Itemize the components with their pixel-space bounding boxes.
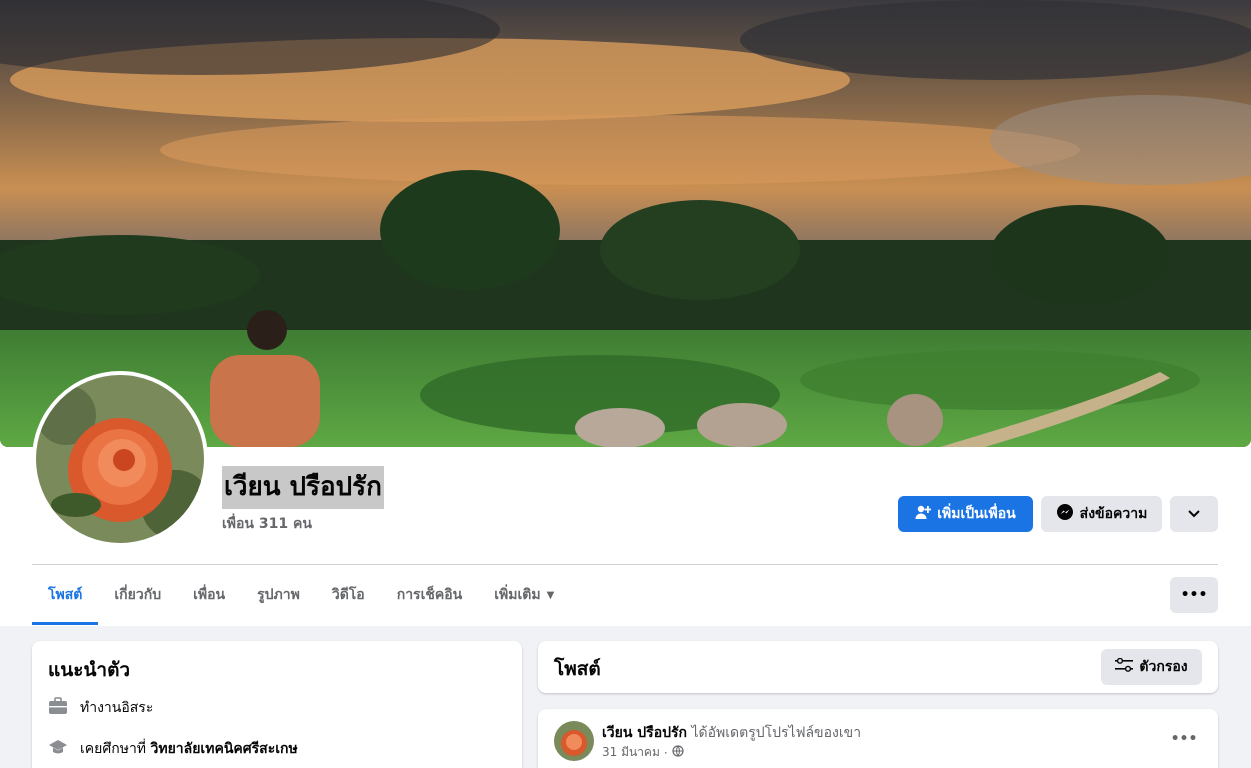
messenger-icon bbox=[1056, 503, 1074, 525]
tab-friends[interactable]: เพื่อน bbox=[177, 566, 241, 624]
profile-header: เวียน ปรือปรัก เพื่อน 311 คน เพิ่มเป็นเพ… bbox=[0, 0, 1251, 626]
filter-label: ตัวกรอง bbox=[1139, 659, 1188, 675]
message-button[interactable]: ส่งข้อความ bbox=[1041, 496, 1162, 532]
posts-title: โพสต์ bbox=[554, 658, 601, 680]
intro-card: แนะนำตัว ทำงานอิสระ เคยศึกษาที่ วิทยาลัย… bbox=[32, 641, 522, 768]
tab-about[interactable]: เกี่ยวกับ bbox=[98, 566, 177, 624]
intro-education: เคยศึกษาที่ วิทยาลัยเทคนิคศรีสะเกษ bbox=[48, 738, 298, 760]
add-person-icon bbox=[915, 504, 932, 524]
chevron-down-icon bbox=[1188, 506, 1200, 522]
post-author[interactable]: เวียน ปรือปรัก bbox=[602, 725, 687, 741]
cover-photo[interactable] bbox=[0, 0, 1251, 447]
more-dots-icon: ••• bbox=[1170, 731, 1198, 747]
tab-posts[interactable]: โพสต์ bbox=[32, 566, 99, 625]
add-friend-label: เพิ่มเป็นเพื่อน bbox=[937, 506, 1016, 522]
post-action-text: ได้อัพเดตรูปโปรไฟล์ของเขา bbox=[691, 725, 862, 741]
tab-videos[interactable]: วิดีโอ bbox=[316, 566, 381, 624]
friends-count[interactable]: เพื่อน 311 คน bbox=[222, 513, 312, 535]
intro-title: แนะนำตัว bbox=[48, 659, 131, 681]
meta-separator: · bbox=[663, 745, 668, 760]
tab-more[interactable]: เพิ่มเติม ▼ bbox=[478, 566, 570, 624]
graduation-cap-icon bbox=[48, 738, 68, 760]
globe-icon bbox=[672, 745, 684, 760]
tabs-more-button[interactable]: ••• bbox=[1170, 577, 1218, 613]
posts-header: โพสต์ ตัวกรอง bbox=[538, 641, 1218, 693]
filter-button[interactable]: ตัวกรอง bbox=[1101, 649, 1202, 685]
filter-icon bbox=[1115, 657, 1134, 676]
post-meta: 31 มีนาคม · bbox=[602, 743, 684, 762]
caret-down-icon: ▼ bbox=[546, 589, 555, 601]
work-text: ทำงานอิสระ bbox=[80, 700, 154, 716]
post-author-avatar[interactable] bbox=[554, 721, 594, 761]
add-friend-button[interactable]: เพิ่มเป็นเพื่อน bbox=[898, 496, 1033, 532]
briefcase-icon bbox=[48, 697, 68, 719]
more-dots-icon: ••• bbox=[1180, 587, 1208, 603]
profile-tabs: โพสต์ เกี่ยวกับ เพื่อน รูปภาพ วิดีโอ การ… bbox=[32, 566, 570, 626]
post-card: เวียน ปรือปรัก ได้อัพเดตรูปโปรไฟล์ของเขา… bbox=[538, 709, 1218, 768]
tab-photos[interactable]: รูปภาพ bbox=[241, 566, 316, 624]
post-options-button[interactable]: ••• bbox=[1166, 727, 1202, 751]
intro-work: ทำงานอิสระ bbox=[48, 697, 153, 719]
message-label: ส่งข้อความ bbox=[1079, 506, 1148, 522]
header-divider bbox=[32, 564, 1218, 565]
education-prefix: เคยศึกษาที่ bbox=[80, 741, 147, 757]
education-school[interactable]: วิทยาลัยเทคนิคศรีสะเกษ bbox=[151, 741, 298, 757]
post-date[interactable]: 31 มีนาคม bbox=[602, 743, 660, 762]
profile-avatar[interactable] bbox=[32, 371, 208, 547]
profile-name: เวียน ปรือปรัก bbox=[222, 466, 384, 509]
post-headline: เวียน ปรือปรัก ได้อัพเดตรูปโปรไฟล์ของเขา bbox=[602, 722, 861, 744]
profile-options-button[interactable] bbox=[1170, 496, 1218, 532]
tab-checkins[interactable]: การเช็คอิน bbox=[381, 566, 479, 624]
